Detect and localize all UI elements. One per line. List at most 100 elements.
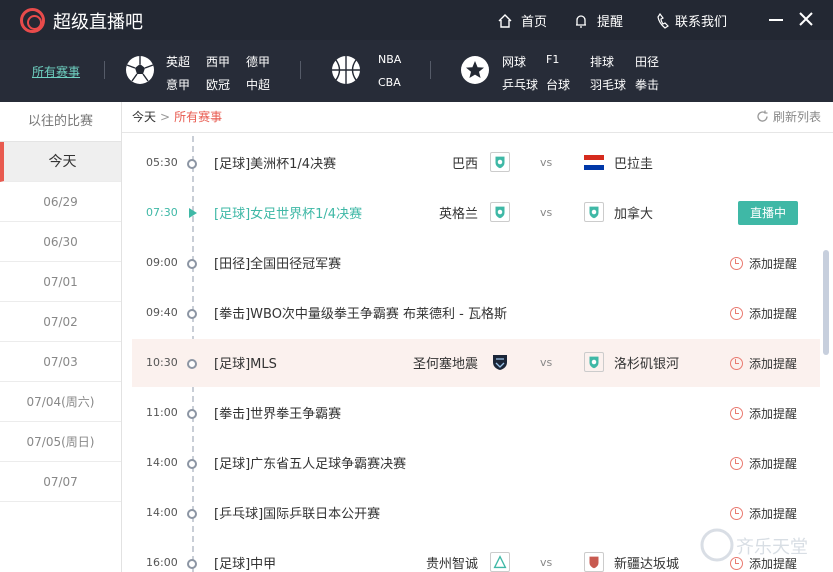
category-laliga[interactable]: 西甲	[206, 53, 230, 70]
reminder-label: 提醒	[597, 15, 624, 30]
title-bar: 超级直播吧 首页 提醒 联系我们	[0, 0, 833, 40]
match-title: [足球]美洲杯1/4决赛	[214, 157, 337, 172]
category-csl[interactable]: 中超	[246, 76, 270, 93]
close-icon	[799, 12, 813, 26]
add-reminder-button[interactable]: 添加提醒	[730, 255, 797, 272]
date-item-today[interactable]: 今天	[0, 142, 121, 182]
match-time: 05:30	[146, 156, 178, 169]
match-row[interactable]: 09:00 [田径]全国田径冠军赛 添加提醒	[132, 239, 820, 287]
category-boxing[interactable]: 拳击	[635, 76, 659, 93]
away-team: 巴拉圭	[614, 157, 654, 172]
date-item[interactable]: 07/07	[0, 462, 121, 502]
timeline-dot	[187, 559, 197, 569]
match-row[interactable]: 09:40 [拳击]WBO次中量级拳王争霸赛 布莱德利 - 瓦格斯 添加提醒	[132, 289, 820, 337]
breadcrumb-separator: >	[160, 110, 171, 124]
add-reminder-button[interactable]: 添加提醒	[730, 455, 797, 472]
match-title: [乒乓球]国际乒联日本公开赛	[214, 507, 381, 522]
match-row[interactable]: 11:00 [拳击]世界拳王争霸赛 添加提醒	[132, 389, 820, 437]
reminder-nav[interactable]: 提醒	[573, 11, 623, 30]
add-reminder-button[interactable]: 添加提醒	[730, 355, 797, 372]
watermark-text: 齐乐天堂	[736, 537, 808, 558]
category-tennis[interactable]: 网球	[502, 53, 526, 70]
category-cba[interactable]: CBA	[378, 76, 401, 89]
category-athletics[interactable]: 田径	[635, 53, 659, 70]
date-item[interactable]: 07/01	[0, 262, 121, 302]
match-list-panel: 今天 > 所有赛事 刷新列表 05:30 [足球]美洲杯1/4决赛 巴西 vs 巴拉…	[122, 102, 833, 572]
divider	[122, 132, 833, 133]
match-row[interactable]: 05:30 [足球]美洲杯1/4决赛 巴西 vs 巴拉圭	[132, 139, 820, 187]
scrollbar-thumb[interactable]	[823, 250, 829, 355]
date-item[interactable]: 07/02	[0, 302, 121, 342]
category-ucl[interactable]: 欧冠	[206, 76, 230, 93]
category-badminton[interactable]: 羽毛球	[590, 76, 626, 93]
add-reminder-label: 添加提醒	[749, 357, 798, 371]
bell-icon	[576, 15, 586, 28]
team-logo-icon	[584, 552, 604, 572]
date-item[interactable]: 06/30	[0, 222, 121, 262]
all-events-link[interactable]: 所有赛事	[32, 63, 80, 80]
date-item[interactable]: 07/03	[0, 342, 121, 382]
match-time: 10:30	[146, 356, 178, 369]
match-title: [足球]广东省五人足球争霸赛决赛	[214, 457, 407, 472]
match-title: [足球]MLS	[214, 357, 277, 372]
match-time: 11:00	[146, 406, 178, 419]
divider	[300, 61, 301, 79]
date-item[interactable]: 07/05(周日)	[0, 422, 121, 462]
match-time: 14:00	[146, 506, 178, 519]
home-icon	[498, 14, 512, 28]
match-time: 16:00	[146, 556, 178, 569]
app-logo-icon	[20, 8, 45, 33]
match-title: [拳击]世界拳王争霸赛	[214, 407, 342, 422]
home-team: 贵州智诚	[425, 557, 478, 572]
category-table-tennis[interactable]: 乒乓球	[502, 76, 538, 93]
clock-icon	[730, 407, 743, 420]
match-row[interactable]: 07:30 [足球]女足世界杯1/4决赛 英格兰 vs 加拿大 直播中	[132, 189, 820, 237]
close-button[interactable]	[796, 9, 816, 29]
add-reminder-label: 添加提醒	[749, 457, 798, 471]
category-billiards[interactable]: 台球	[546, 76, 570, 93]
home-team: 圣何塞地震	[412, 357, 478, 372]
date-item[interactable]: 06/29	[0, 182, 121, 222]
live-button[interactable]: 直播中	[738, 201, 798, 225]
category-f1[interactable]: F1	[546, 53, 559, 66]
away-team: 新疆达坂城	[614, 557, 680, 572]
team-logo-icon	[490, 202, 510, 222]
minimize-icon	[769, 19, 783, 21]
match-time: 14:00	[146, 456, 178, 469]
star-icon	[461, 56, 489, 84]
category-volleyball[interactable]: 排球	[590, 53, 614, 70]
clock-icon	[730, 307, 743, 320]
contact-label: 联系我们	[675, 15, 728, 30]
clock-icon	[730, 257, 743, 270]
match-row[interactable]: 10:30 [足球]MLS 圣何塞地震 vs 洛杉矶银河 添加提醒	[132, 339, 820, 387]
vs-label: vs	[540, 556, 553, 569]
add-reminder-label: 添加提醒	[749, 407, 798, 421]
category-nba[interactable]: NBA	[378, 53, 401, 66]
category-epl[interactable]: 英超	[166, 53, 190, 70]
category-bar: 所有赛事 英超 西甲 德甲 意甲 欧冠 中超 NBA CBA 网球 F1 排球 …	[0, 40, 833, 102]
home-nav[interactable]: 首页	[497, 11, 547, 30]
playing-icon	[189, 208, 197, 218]
basketball-icon	[332, 56, 360, 84]
add-reminder-label: 添加提醒	[749, 507, 798, 521]
category-bundesliga[interactable]: 德甲	[246, 53, 270, 70]
add-reminder-button[interactable]: 添加提醒	[730, 405, 797, 422]
contact-nav[interactable]: 联系我们	[657, 11, 727, 30]
timeline-dot	[187, 509, 197, 519]
watermark-logo: 齐乐天堂	[700, 528, 808, 562]
clock-icon	[730, 457, 743, 470]
past-matches-link[interactable]: 以往的比赛	[0, 102, 121, 142]
breadcrumb-today[interactable]: 今天	[132, 110, 156, 124]
add-reminder-button[interactable]: 添加提醒	[730, 305, 797, 322]
category-seriea[interactable]: 意甲	[166, 76, 190, 93]
date-item[interactable]: 07/04(周六)	[0, 382, 121, 422]
clock-icon	[730, 507, 743, 520]
timeline-dot	[187, 409, 197, 419]
minimize-button[interactable]	[766, 9, 786, 29]
divider	[430, 61, 431, 79]
match-title: [足球]中甲	[214, 557, 277, 572]
match-row[interactable]: 14:00 [足球]广东省五人足球争霸赛决赛 添加提醒	[132, 439, 820, 487]
refresh-button[interactable]: 刷新列表	[756, 108, 821, 125]
refresh-label: 刷新列表	[772, 110, 821, 124]
timeline-dot	[187, 259, 197, 269]
